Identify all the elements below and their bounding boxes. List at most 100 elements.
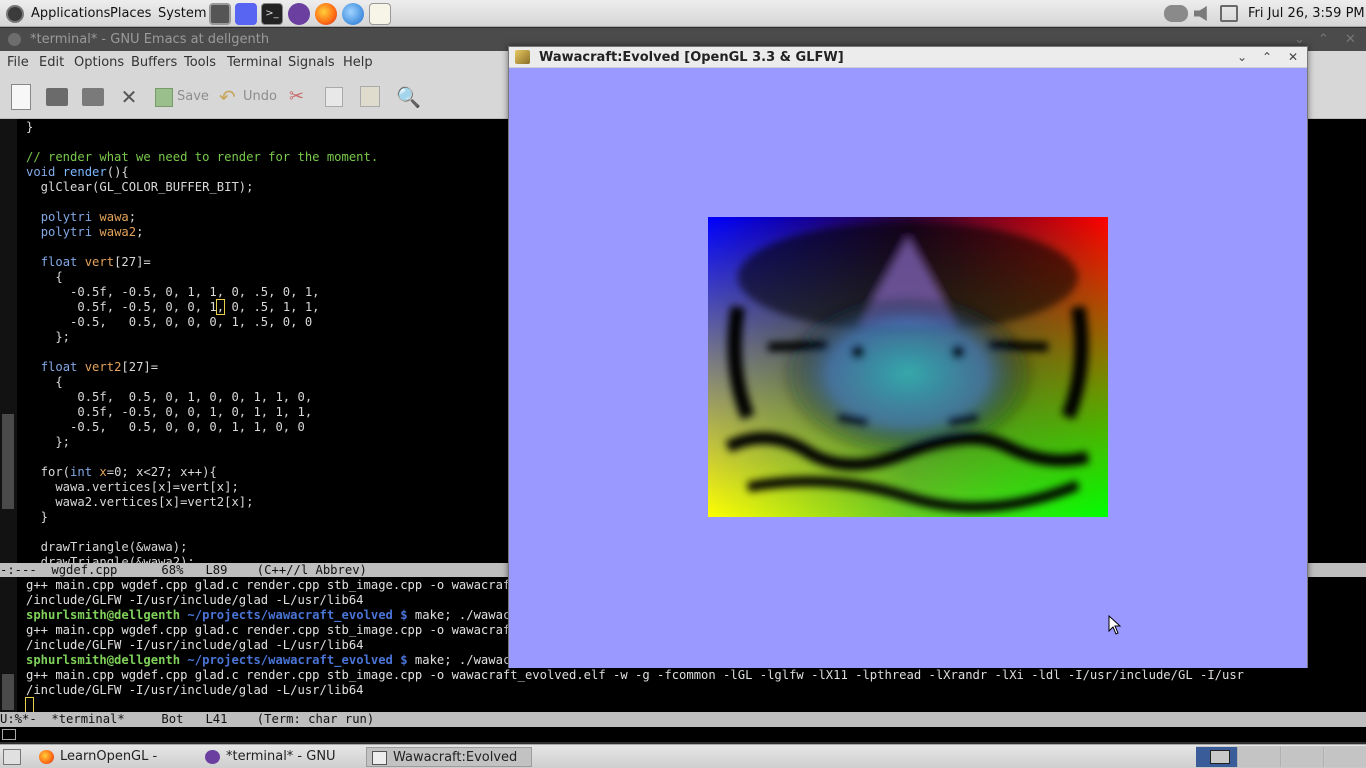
window-icon [372, 751, 387, 765]
code-line: // render what we need to render for the… [26, 150, 379, 164]
menu-signals[interactable]: Signals [288, 51, 335, 75]
emacs-maximize-button[interactable]: ⌃ [1318, 28, 1329, 51]
terminal-cursor-line [25, 697, 1244, 712]
undo-button[interactable]: Undo [243, 89, 277, 104]
close-buffer-icon[interactable]: ✕ [119, 84, 139, 110]
code-line: 0.5f, -0.5, 0, 0, 1, 0, .5, 1, 1, [26, 299, 320, 315]
text-editor-icon[interactable] [369, 3, 391, 25]
code-line: void render(){ [26, 165, 129, 179]
open-file-icon[interactable] [46, 88, 68, 106]
firefox-icon[interactable] [315, 3, 337, 25]
volume-icon[interactable] [1194, 6, 1207, 21]
minibuffer[interactable] [0, 727, 1366, 742]
task-firefox[interactable]: LearnOpenGL - Text... [34, 747, 194, 767]
menu-tools[interactable]: Tools [184, 51, 216, 75]
editor-scrollbar[interactable] [2, 414, 14, 509]
code-buffer[interactable]: } // render what we need to render for t… [26, 120, 378, 563]
show-desktop-icon[interactable] [3, 749, 21, 765]
menu-edit[interactable]: Edit [39, 51, 64, 75]
save-icon[interactable] [155, 88, 173, 107]
screenshot-icon[interactable] [209, 3, 231, 25]
task-wawacraft[interactable]: Wawacraft:Evolved [... [366, 747, 532, 767]
new-file-icon[interactable] [11, 84, 31, 110]
code-line: -0.5f, -0.5, 0, 1, 1, 0, .5, 0, 1, [26, 285, 320, 299]
code-line: -0.5, 0.5, 0, 0, 0, 1, .5, 0, 0 [26, 315, 313, 329]
opengl-window[interactable]: Wawacraft:Evolved [OpenGL 3.3 & GLFW] ⌄ … [508, 46, 1308, 668]
emacs-icon [205, 750, 220, 764]
code-line: drawTriangle(&wawa); [26, 540, 188, 554]
emacs-window-title: *terminal* - GNU Emacs at dellgenth [30, 32, 270, 47]
paste-icon[interactable] [360, 86, 380, 107]
task-label: *terminal* - GNU E... [226, 749, 336, 764]
taskbar: LearnOpenGL - Text... *terminal* - GNU E… [0, 744, 1366, 768]
search-icon[interactable]: 🔍 [396, 84, 421, 110]
places-menu[interactable]: Places [110, 0, 151, 27]
menu-options[interactable]: Options [74, 51, 124, 75]
code-line: drawTriangle(&wawa2); [26, 555, 195, 563]
minibuffer-cursor [2, 729, 16, 740]
clock[interactable]: Fri Jul 26, 3:59 PM [1248, 0, 1365, 27]
menu-file[interactable]: File [7, 51, 29, 75]
opengl-window-icon [515, 50, 530, 64]
applications-logo-icon[interactable] [6, 5, 24, 23]
code-line: float vert[27]= [40, 255, 151, 269]
workspace-3[interactable] [1282, 747, 1324, 767]
menu-terminal[interactable]: Terminal [227, 51, 282, 75]
code-line: }; [26, 330, 71, 344]
code-line: } [26, 120, 34, 134]
emacs-close-button[interactable]: ✕ [1345, 28, 1356, 51]
task-emacs[interactable]: *terminal* - GNU E... [200, 747, 360, 767]
task-label: LearnOpenGL - Text... [60, 749, 158, 764]
opengl-window-titlebar[interactable]: Wawacraft:Evolved [OpenGL 3.3 & GLFW] ⌄ … [509, 47, 1307, 68]
opengl-close-button[interactable]: ✕ [1283, 48, 1303, 67]
code-line: 0.5f, 0.5, 0, 1, 0, 0, 1, 1, 0, [26, 390, 313, 404]
menu-buffers[interactable]: Buffers [131, 51, 177, 75]
workspace-2[interactable] [1239, 747, 1281, 767]
opengl-canvas[interactable] [509, 68, 1307, 668]
workspace-switcher[interactable] [1196, 746, 1366, 768]
cut-icon[interactable]: ✂ [289, 84, 309, 110]
undo-icon[interactable]: ↶ [219, 84, 241, 110]
code-line: wawa2.vertices[x]=vert2[x]; [26, 495, 254, 509]
code-line: wawa.vertices[x]=vert[x]; [26, 480, 239, 494]
code-line: }; [26, 435, 71, 449]
terminal-scrollbar[interactable] [2, 674, 14, 710]
code-line: { [26, 375, 63, 389]
code-line: for(int x=0; x<27; x++){ [26, 465, 217, 479]
network-icon[interactable] [1220, 5, 1238, 22]
terminal-output-line: g++ main.cpp wgdef.cpp glad.c render.cpp… [26, 668, 1245, 682]
code-line: polytri wawa; [40, 210, 137, 224]
menu-help[interactable]: Help [343, 51, 373, 75]
textured-quad [708, 217, 1108, 517]
mouse-pointer-icon [1108, 615, 1122, 635]
workspace-1[interactable] [1196, 747, 1238, 767]
applications-menu[interactable]: Applications [31, 0, 110, 27]
code-line: -0.5, 0.5, 0, 0, 0, 1, 1, 0, 0 [26, 420, 305, 434]
code-line: polytri wawa2; [40, 225, 144, 239]
terminal-icon[interactable]: >_ [261, 3, 283, 25]
top-panel: Applications Places System >_ Fri Jul 26… [0, 0, 1366, 27]
code-line: } [26, 510, 49, 524]
copy-icon[interactable] [325, 87, 343, 107]
terminal-cursor [25, 697, 34, 712]
system-menu[interactable]: System [158, 0, 206, 27]
opengl-minimize-button[interactable]: ⌄ [1232, 48, 1252, 67]
code-line: glClear(GL_COLOR_BUFFER_BIT); [26, 180, 254, 194]
wawa-texture-image [708, 217, 1108, 517]
firefox-icon [39, 750, 54, 764]
emacs-icon[interactable] [288, 3, 310, 25]
discord-icon[interactable] [235, 3, 257, 25]
opengl-maximize-button[interactable]: ⌃ [1257, 48, 1277, 67]
open-directory-icon[interactable] [82, 88, 104, 106]
task-label: Wawacraft:Evolved [... [393, 750, 518, 765]
save-button[interactable]: Save [177, 89, 209, 104]
workspace-4[interactable] [1325, 747, 1366, 767]
code-line: 0.5f, -0.5, 0, 0, 1, 0, 1, 1, 1, [26, 405, 313, 419]
thunderbird-icon[interactable] [342, 3, 364, 25]
discord-tray-icon[interactable] [1164, 5, 1188, 22]
